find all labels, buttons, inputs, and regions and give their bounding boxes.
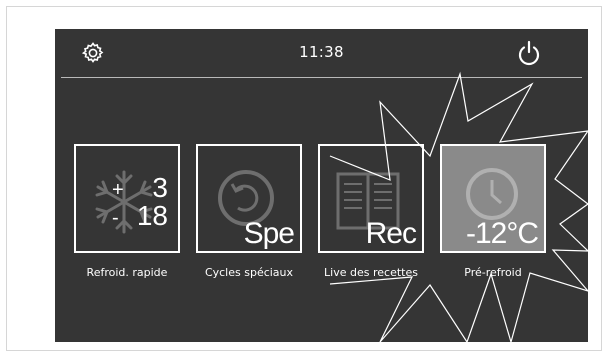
temp-bottom-value: 18: [136, 200, 168, 231]
tile-label-temp: -12°C: [465, 217, 539, 250]
top-bar: 11:38: [55, 29, 588, 78]
tile-recipes[interactable]: Rec: [318, 144, 424, 253]
device-screen: 11:38 + - 3 18 Refroid. rapide Spe Cycle…: [55, 29, 588, 342]
temp-plus-sign: +: [112, 179, 124, 201]
temp-minus-sign: -: [112, 207, 119, 229]
tile-pre-cooling[interactable]: -12°C: [440, 144, 546, 253]
clock-time: 11:38: [299, 43, 344, 61]
power-icon[interactable]: [515, 39, 543, 67]
tile-label-rec: Rec: [365, 217, 417, 250]
temp-top-value: 3: [152, 172, 168, 203]
caption-recipes: Live des recettes: [324, 266, 418, 279]
caption-pre-cooling: Pré-refroid: [464, 266, 522, 279]
tile-fast-cooling[interactable]: + - 3 18: [74, 144, 180, 253]
caption-special-cycles: Cycles spéciaux: [204, 266, 294, 279]
header-divider: [61, 77, 582, 78]
caption-fast-cooling: Refroid. rapide: [86, 266, 168, 279]
tile-special-cycles[interactable]: Spe: [196, 144, 302, 253]
tile-label-spe: Spe: [243, 217, 295, 250]
